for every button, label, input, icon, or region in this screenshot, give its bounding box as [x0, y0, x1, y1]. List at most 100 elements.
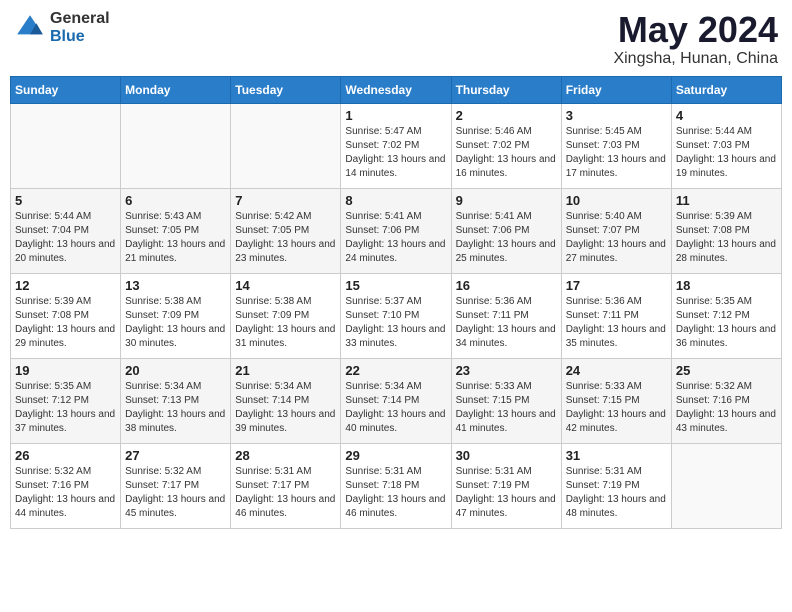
day-number: 22 [345, 363, 446, 378]
day-info: Sunrise: 5:31 AM Sunset: 7:19 PM Dayligh… [456, 465, 557, 521]
calendar-cell: 30 Sunrise: 5:31 AM Sunset: 7:19 PM Dayli… [451, 443, 561, 528]
day-number: 28 [235, 448, 336, 463]
location: Xingsha, Hunan, China [613, 50, 778, 68]
day-number: 9 [456, 193, 557, 208]
calendar-cell: 6 Sunrise: 5:43 AM Sunset: 7:05 PM Daylig… [121, 188, 231, 273]
header-day-friday: Friday [561, 76, 671, 103]
calendar-cell: 27Sunrise: 5:32 AM Sunset: 7:17 PM Dayli… [121, 443, 231, 528]
calendar-cell: 14Sunrise: 5:38 AM Sunset: 7:09 PM Dayli… [231, 273, 341, 358]
calendar-body: 1Sunrise: 5:47 AM Sunset: 7:02 PM Daylig… [11, 103, 782, 528]
day-info: Sunrise: 5:43 AM Sunset: 7:05 PM Dayligh… [125, 210, 226, 266]
logo-blue: Blue [50, 28, 110, 46]
calendar-cell: 2 Sunrise: 5:46 AM Sunset: 7:02 PM Daylig… [451, 103, 561, 188]
day-info: Sunrise: 5:31 AM Sunset: 7:18 PM Dayligh… [345, 465, 446, 521]
calendar-cell: 25Sunrise: 5:32 AM Sunset: 7:16 PM Dayli… [671, 358, 781, 443]
calendar-cell: 31 Sunrise: 5:31 AM Sunset: 7:19 PM Dayli… [561, 443, 671, 528]
week-row-3: 12 Sunrise: 5:39 AM Sunset: 7:08 PM Dayli… [11, 273, 782, 358]
day-number: 8 [345, 193, 446, 208]
day-info: Sunrise: 5:42 AM Sunset: 7:05 PM Dayligh… [235, 210, 336, 266]
calendar-header: SundayMondayTuesdayWednesdayThursdayFrid… [11, 76, 782, 103]
day-info: Sunrise: 5:33 AM Sunset: 7:15 PM Dayligh… [456, 380, 557, 436]
calendar-cell: 4Sunrise: 5:44 AM Sunset: 7:03 PM Daylig… [671, 103, 781, 188]
title-block: May 2024 Xingsha, Hunan, China [613, 10, 778, 68]
header-day-tuesday: Tuesday [231, 76, 341, 103]
calendar-cell: 16Sunrise: 5:36 AM Sunset: 7:11 PM Dayli… [451, 273, 561, 358]
header-day-saturday: Saturday [671, 76, 781, 103]
day-number: 7 [235, 193, 336, 208]
calendar-cell: 21 Sunrise: 5:34 AM Sunset: 7:14 PM Dayli… [231, 358, 341, 443]
day-info: Sunrise: 5:31 AM Sunset: 7:17 PM Dayligh… [235, 465, 336, 521]
day-info: Sunrise: 5:41 AM Sunset: 7:06 PM Dayligh… [456, 210, 557, 266]
calendar-cell: 12 Sunrise: 5:39 AM Sunset: 7:08 PM Dayli… [11, 273, 121, 358]
day-number: 20 [125, 363, 226, 378]
day-info: Sunrise: 5:40 AM Sunset: 7:07 PM Dayligh… [566, 210, 667, 266]
header-day-monday: Monday [121, 76, 231, 103]
calendar-cell: 15Sunrise: 5:37 AM Sunset: 7:10 PM Dayli… [341, 273, 451, 358]
day-number: 24 [566, 363, 667, 378]
day-number: 21 [235, 363, 336, 378]
calendar-cell: 10 Sunrise: 5:40 AM Sunset: 7:07 PM Dayli… [561, 188, 671, 273]
day-number: 23 [456, 363, 557, 378]
day-info: Sunrise: 5:32 AM Sunset: 7:17 PM Dayligh… [125, 465, 226, 521]
day-info: Sunrise: 5:38 AM Sunset: 7:09 PM Dayligh… [125, 295, 226, 351]
month-title: May 2024 [613, 10, 778, 50]
day-info: Sunrise: 5:32 AM Sunset: 7:16 PM Dayligh… [676, 380, 777, 436]
calendar-cell [11, 103, 121, 188]
calendar-cell: 29Sunrise: 5:31 AM Sunset: 7:18 PM Dayli… [341, 443, 451, 528]
header-day-sunday: Sunday [11, 76, 121, 103]
calendar-cell: 9 Sunrise: 5:41 AM Sunset: 7:06 PM Daylig… [451, 188, 561, 273]
calendar-table: SundayMondayTuesdayWednesdayThursdayFrid… [10, 76, 782, 529]
day-number: 3 [566, 108, 667, 123]
page-header: General Blue May 2024 Xingsha, Hunan, Ch… [10, 10, 782, 68]
day-info: Sunrise: 5:36 AM Sunset: 7:11 PM Dayligh… [566, 295, 667, 351]
logo-text: General Blue [50, 10, 110, 45]
day-info: Sunrise: 5:39 AM Sunset: 7:08 PM Dayligh… [15, 295, 116, 351]
day-number: 10 [566, 193, 667, 208]
day-info: Sunrise: 5:34 AM Sunset: 7:14 PM Dayligh… [235, 380, 336, 436]
header-day-thursday: Thursday [451, 76, 561, 103]
day-info: Sunrise: 5:34 AM Sunset: 7:14 PM Dayligh… [345, 380, 446, 436]
day-info: Sunrise: 5:35 AM Sunset: 7:12 PM Dayligh… [15, 380, 116, 436]
week-row-5: 26Sunrise: 5:32 AM Sunset: 7:16 PM Dayli… [11, 443, 782, 528]
day-info: Sunrise: 5:34 AM Sunset: 7:13 PM Dayligh… [125, 380, 226, 436]
header-day-wednesday: Wednesday [341, 76, 451, 103]
logo-general: General [50, 10, 110, 28]
day-number: 19 [15, 363, 116, 378]
calendar-cell: 3 Sunrise: 5:45 AM Sunset: 7:03 PM Daylig… [561, 103, 671, 188]
day-info: Sunrise: 5:46 AM Sunset: 7:02 PM Dayligh… [456, 125, 557, 181]
day-info: Sunrise: 5:31 AM Sunset: 7:19 PM Dayligh… [566, 465, 667, 521]
week-row-2: 5 Sunrise: 5:44 AM Sunset: 7:04 PM Daylig… [11, 188, 782, 273]
day-info: Sunrise: 5:45 AM Sunset: 7:03 PM Dayligh… [566, 125, 667, 181]
calendar-cell: 17 Sunrise: 5:36 AM Sunset: 7:11 PM Dayli… [561, 273, 671, 358]
calendar-cell: 18Sunrise: 5:35 AM Sunset: 7:12 PM Dayli… [671, 273, 781, 358]
day-number: 31 [566, 448, 667, 463]
day-info: Sunrise: 5:44 AM Sunset: 7:04 PM Dayligh… [15, 210, 116, 266]
day-info: Sunrise: 5:41 AM Sunset: 7:06 PM Dayligh… [345, 210, 446, 266]
day-number: 16 [456, 278, 557, 293]
calendar-cell: 19 Sunrise: 5:35 AM Sunset: 7:12 PM Dayli… [11, 358, 121, 443]
day-number: 30 [456, 448, 557, 463]
calendar-cell [121, 103, 231, 188]
day-number: 14 [235, 278, 336, 293]
day-number: 11 [676, 193, 777, 208]
logo-icon [14, 12, 46, 44]
day-number: 12 [15, 278, 116, 293]
day-number: 18 [676, 278, 777, 293]
calendar-cell: 13Sunrise: 5:38 AM Sunset: 7:09 PM Dayli… [121, 273, 231, 358]
day-info: Sunrise: 5:39 AM Sunset: 7:08 PM Dayligh… [676, 210, 777, 266]
calendar-cell: 22 Sunrise: 5:34 AM Sunset: 7:14 PM Dayli… [341, 358, 451, 443]
day-number: 1 [345, 108, 446, 123]
day-number: 5 [15, 193, 116, 208]
day-number: 17 [566, 278, 667, 293]
calendar-cell: 7 Sunrise: 5:42 AM Sunset: 7:05 PM Daylig… [231, 188, 341, 273]
calendar-cell [671, 443, 781, 528]
calendar-cell: 23 Sunrise: 5:33 AM Sunset: 7:15 PM Dayli… [451, 358, 561, 443]
day-info: Sunrise: 5:44 AM Sunset: 7:03 PM Dayligh… [676, 125, 777, 181]
day-number: 2 [456, 108, 557, 123]
calendar-cell: 5 Sunrise: 5:44 AM Sunset: 7:04 PM Daylig… [11, 188, 121, 273]
logo: General Blue [14, 10, 110, 45]
day-number: 6 [125, 193, 226, 208]
week-row-1: 1Sunrise: 5:47 AM Sunset: 7:02 PM Daylig… [11, 103, 782, 188]
calendar-cell: 28 Sunrise: 5:31 AM Sunset: 7:17 PM Dayli… [231, 443, 341, 528]
day-number: 15 [345, 278, 446, 293]
